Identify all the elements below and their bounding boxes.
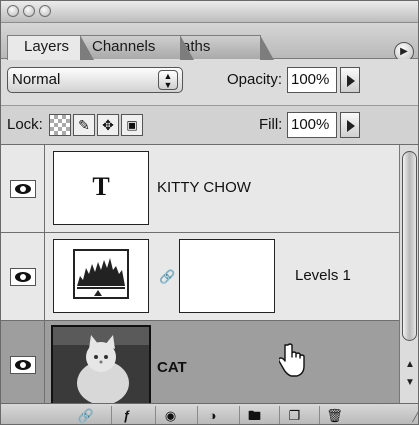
layer-row-kitty-chow[interactable]: T KITTY CHOW bbox=[1, 145, 399, 233]
lock-label: Lock: bbox=[7, 116, 43, 133]
opacity-slider-button[interactable] bbox=[340, 67, 360, 93]
scroll-up-arrow-icon[interactable]: ▲ bbox=[405, 359, 415, 370]
fill-label: Fill: bbox=[259, 116, 283, 133]
new-layer-icon[interactable]: ❐ bbox=[279, 406, 309, 424]
fill-value: 100% bbox=[291, 116, 330, 133]
layer-row-cat[interactable]: CAT bbox=[1, 321, 399, 403]
visibility-toggle[interactable] bbox=[1, 321, 45, 403]
layer-name: Levels 1 bbox=[295, 267, 351, 284]
visibility-toggle[interactable] bbox=[1, 233, 45, 320]
lock-row: Lock: ✎ ✥ ▣ Fill: 100% bbox=[1, 105, 418, 145]
tab-bar: Paths Channels Layers ▶ bbox=[1, 23, 418, 62]
eye-icon bbox=[10, 355, 36, 374]
tab-layers[interactable]: Layers bbox=[7, 35, 94, 60]
lock-all-icon[interactable]: ▣ bbox=[121, 114, 143, 136]
tab-label: Layers bbox=[24, 38, 70, 55]
levels-histogram-icon bbox=[73, 249, 129, 299]
title-bar bbox=[1, 1, 418, 23]
scroll-down-arrow-icon[interactable]: ▼ bbox=[405, 377, 415, 388]
blend-mode-select[interactable]: Normal ▲ ▼ bbox=[7, 67, 183, 93]
layer-name: CAT bbox=[157, 359, 187, 376]
text-layer-icon: T bbox=[92, 172, 110, 201]
layer-row-levels-1[interactable]: 🔗 Levels 1 bbox=[1, 233, 399, 321]
adjustment-layer-thumbnail bbox=[53, 239, 149, 313]
hand-cursor-icon bbox=[279, 343, 305, 377]
blend-mode-value: Normal bbox=[12, 71, 61, 88]
cat-photo-thumbnail bbox=[51, 325, 151, 403]
tab-label: Channels bbox=[92, 38, 156, 55]
fill-slider-button[interactable] bbox=[340, 112, 360, 138]
eye-icon bbox=[10, 179, 36, 198]
close-window-button[interactable] bbox=[7, 5, 19, 17]
layer-list: T KITTY CHOW 🔗 Levels 1 CAT bbox=[1, 145, 399, 403]
chain-link-icon[interactable]: 🔗 bbox=[159, 269, 175, 285]
link-layers-icon[interactable]: 🔗 bbox=[71, 406, 101, 424]
layers-panel: Paths Channels Layers ▶ Normal ▲ ▼ Opacit… bbox=[0, 0, 419, 425]
zoom-window-button[interactable] bbox=[39, 5, 51, 17]
new-group-icon[interactable]: 🖿 bbox=[239, 406, 269, 424]
resize-grip-icon[interactable] bbox=[398, 408, 418, 422]
layer-style-icon[interactable]: ƒ bbox=[111, 406, 141, 424]
scroll-thumb[interactable] bbox=[402, 151, 417, 341]
opacity-field[interactable]: 100% bbox=[287, 67, 337, 93]
lock-position-icon[interactable]: ✥ bbox=[97, 114, 119, 136]
layers-bottom-toolbar: 🔗 ƒ ◉ ◑ 🖿 ❐ 🗑 bbox=[1, 403, 418, 424]
text-layer-thumbnail: T bbox=[53, 151, 149, 225]
visibility-toggle[interactable] bbox=[1, 145, 45, 232]
lock-image-pixels-icon[interactable]: ✎ bbox=[73, 114, 95, 136]
opacity-value: 100% bbox=[291, 71, 330, 88]
add-mask-icon[interactable]: ◉ bbox=[155, 406, 185, 424]
opacity-label: Opacity: bbox=[227, 71, 283, 88]
layer-name: KITTY CHOW bbox=[157, 179, 251, 196]
minimize-window-button[interactable] bbox=[23, 5, 35, 17]
layer-mask-thumbnail bbox=[179, 239, 275, 313]
trash-icon[interactable]: 🗑 bbox=[319, 406, 349, 424]
cat-image bbox=[53, 327, 149, 403]
layer-list-scrollbar[interactable]: ▲ ▼ bbox=[399, 145, 418, 403]
adjustment-layer-icon[interactable]: ◑ bbox=[197, 406, 227, 424]
blend-opacity-row: Normal ▲ ▼ Opacity: 100% bbox=[1, 59, 418, 105]
eye-icon bbox=[10, 267, 36, 286]
up-down-arrows-icon: ▲ ▼ bbox=[158, 70, 178, 90]
lock-transparent-pixels-icon[interactable] bbox=[49, 114, 71, 136]
fill-field[interactable]: 100% bbox=[287, 112, 337, 138]
